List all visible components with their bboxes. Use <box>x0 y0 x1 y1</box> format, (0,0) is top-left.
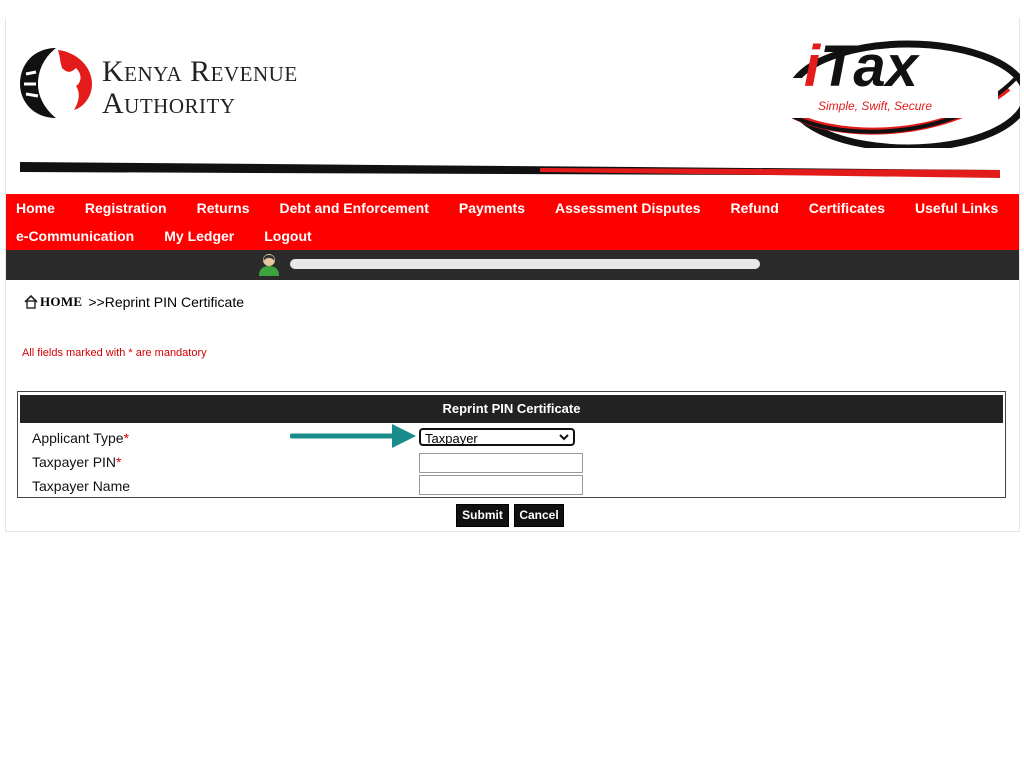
nav-home[interactable]: Home <box>6 200 71 216</box>
nav-registration[interactable]: Registration <box>85 200 183 216</box>
nav-logout[interactable]: Logout <box>264 228 327 244</box>
mandatory-notice: All fields marked with * are mandatory <box>22 347 207 359</box>
nav-row-2: e-Communication My Ledger Logout <box>6 222 342 250</box>
nav-certificates[interactable]: Certificates <box>809 200 901 216</box>
chevron-down-icon <box>559 434 569 441</box>
redacted-user-info <box>290 259 760 269</box>
taxpayer-name-label: Taxpayer Name <box>32 478 131 494</box>
breadcrumb-home-link[interactable]: HOME <box>40 294 82 310</box>
applicant-type-select[interactable]: Taxpayer <box>419 428 575 446</box>
breadcrumb: HOME >>Reprint PIN Certificate <box>24 294 244 310</box>
header-swoosh <box>20 162 1000 178</box>
form-title: Reprint PIN Certificate <box>20 395 1003 423</box>
breadcrumb-current: >>Reprint PIN Certificate <box>88 294 244 310</box>
nav-my-ledger[interactable]: My Ledger <box>164 228 250 244</box>
nav-returns[interactable]: Returns <box>197 200 266 216</box>
pointer-arrow-icon <box>290 424 416 448</box>
user-bar <box>6 250 1019 280</box>
user-avatar-icon <box>259 254 279 276</box>
page-frame: Kenya Revenue Authority iTax Simple, Swi… <box>5 18 1020 532</box>
kra-lion-logo <box>20 48 92 118</box>
main-nav: Home Registration Returns Debt and Enfor… <box>6 194 1019 250</box>
taxpayer-pin-label: Taxpayer PIN* <box>32 454 122 470</box>
taxpayer-name-input[interactable] <box>419 475 583 495</box>
home-icon[interactable] <box>24 295 38 309</box>
nav-debt-enforcement[interactable]: Debt and Enforcement <box>280 200 445 216</box>
cancel-button[interactable]: Cancel <box>514 504 564 527</box>
applicant-type-label: Applicant Type* <box>32 430 130 446</box>
nav-payments[interactable]: Payments <box>459 200 541 216</box>
nav-useful-links[interactable]: Useful Links <box>915 200 1014 216</box>
nav-assessment-disputes[interactable]: Assessment Disputes <box>555 200 717 216</box>
kra-line1: Kenya Revenue <box>102 55 298 88</box>
itax-brand-text: iTax <box>804 34 921 99</box>
itax-tagline: Simple, Swift, Secure <box>818 99 932 113</box>
nav-row-1: Home Registration Returns Debt and Enfor… <box>6 194 1024 222</box>
kra-wordmark: Kenya Revenue Authority <box>102 56 298 120</box>
taxpayer-pin-input[interactable] <box>419 453 583 473</box>
nav-refund[interactable]: Refund <box>731 200 795 216</box>
reprint-pin-form: Reprint PIN Certificate Applicant Type* … <box>17 391 1006 498</box>
itax-logo: iTax Simple, Swift, Secure <box>778 34 1020 148</box>
nav-e-communication[interactable]: e-Communication <box>6 228 150 244</box>
kra-line2: Authority <box>102 87 236 120</box>
submit-button[interactable]: Submit <box>456 504 509 527</box>
